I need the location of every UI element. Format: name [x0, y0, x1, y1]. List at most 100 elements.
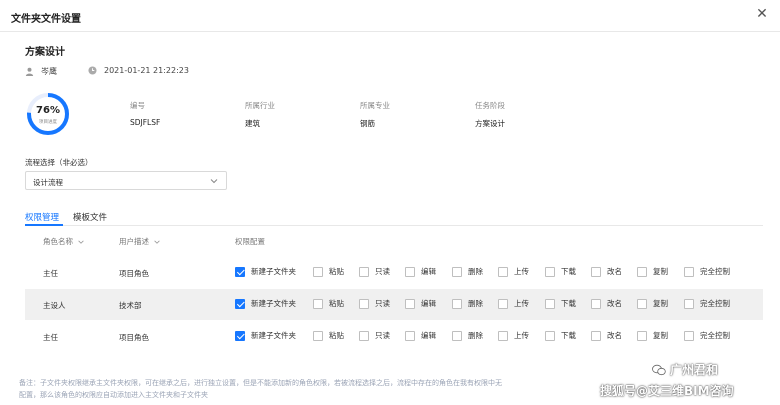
permission-download-checkbox[interactable]: 下载 — [545, 330, 576, 341]
checkbox-unchecked[interactable] — [359, 330, 369, 341]
checkbox-unchecked[interactable] — [359, 266, 369, 277]
checkbox-unchecked[interactable] — [498, 330, 508, 341]
permission-full-control-checkbox[interactable]: 完全控制 — [684, 266, 730, 277]
permission-copy-checkbox[interactable]: 复制 — [637, 298, 668, 309]
permission-label: 复制 — [653, 331, 668, 340]
checkbox-unchecked[interactable] — [452, 330, 462, 341]
permission-rename-checkbox[interactable]: 改名 — [591, 266, 622, 277]
progress-percent: 76% — [36, 105, 60, 116]
project-name: 方案设计 — [25, 47, 65, 58]
checkbox-unchecked[interactable] — [591, 330, 601, 341]
permission-label: 只读 — [375, 331, 390, 340]
permission-readonly-checkbox[interactable]: 只读 — [359, 330, 390, 341]
permission-edit-checkbox[interactable]: 编辑 — [405, 330, 436, 341]
column-header-desc[interactable]: 用户描述 — [119, 236, 161, 247]
field-value: 钢筋 — [360, 119, 375, 128]
checkbox-unchecked[interactable] — [591, 266, 601, 277]
tab-templates[interactable]: 模板文件 — [73, 211, 107, 223]
footnote: 备注：子文件夹权限继承主文件夹权限，可在继承之后，进行独立设置，但是不能添加新的… — [19, 377, 579, 401]
permission-rename-checkbox[interactable]: 改名 — [591, 298, 622, 309]
field-value: SDJFLSF — [130, 118, 161, 127]
permission-delete-checkbox[interactable]: 删除 — [452, 330, 483, 341]
field-number: 编号 SDJFLSF — [130, 100, 160, 127]
process-select-value: 设计流程 — [33, 178, 63, 187]
checkbox-unchecked[interactable] — [684, 298, 694, 309]
checkbox-unchecked[interactable] — [405, 330, 415, 341]
checkbox-unchecked[interactable] — [545, 330, 555, 341]
checkbox-unchecked[interactable] — [545, 298, 555, 309]
permission-readonly-checkbox[interactable]: 只读 — [359, 298, 390, 309]
permission-label: 只读 — [375, 299, 390, 308]
field-label: 所属专业 — [360, 101, 390, 110]
project-datetime-value: 2021-01-21 21:22:23 — [104, 66, 189, 75]
clock-icon — [88, 66, 97, 75]
checkbox-unchecked[interactable] — [452, 266, 462, 277]
permission-upload-checkbox[interactable]: 上传 — [498, 330, 529, 341]
checkbox-unchecked[interactable] — [637, 298, 647, 309]
permission-paste-checkbox[interactable]: 粘贴 — [313, 266, 344, 277]
role-description: 技术部 — [119, 301, 142, 310]
chevron-down-icon — [78, 240, 84, 244]
column-header-role[interactable]: 角色名称 — [43, 236, 85, 247]
checkbox-unchecked[interactable] — [313, 330, 323, 341]
close-icon[interactable]: ✕ — [754, 6, 770, 22]
field-industry: 所属行业 建筑 — [245, 100, 275, 129]
permission-edit-checkbox[interactable]: 编辑 — [405, 266, 436, 277]
permission-rename-checkbox[interactable]: 改名 — [591, 330, 622, 341]
permission-upload-checkbox[interactable]: 上传 — [498, 298, 529, 309]
permission-label: 新建子文件夹 — [251, 331, 296, 340]
permission-full-control-checkbox[interactable]: 完全控制 — [684, 298, 730, 309]
permission-full-control-checkbox[interactable]: 完全控制 — [684, 330, 730, 341]
permission-upload-checkbox[interactable]: 上传 — [498, 266, 529, 277]
permission-new-subfolder-checkbox[interactable]: 新建子文件夹 — [235, 330, 296, 341]
role-name: 主任 — [43, 269, 58, 278]
permission-label: 上传 — [514, 299, 529, 308]
permission-copy-checkbox[interactable]: 复制 — [637, 330, 668, 341]
checkbox-unchecked[interactable] — [637, 330, 647, 341]
permission-label: 删除 — [468, 331, 483, 340]
checkbox-unchecked[interactable] — [313, 298, 323, 309]
field-label: 任务阶段 — [475, 101, 505, 110]
permission-label: 上传 — [514, 267, 529, 276]
checkbox-unchecked[interactable] — [545, 266, 555, 277]
watermark-brand: 广州君和 — [652, 361, 718, 378]
checkbox-unchecked[interactable] — [684, 266, 694, 277]
column-header-label: 权限配置 — [235, 237, 265, 246]
permission-edit-checkbox[interactable]: 编辑 — [405, 298, 436, 309]
permission-download-checkbox[interactable]: 下载 — [545, 298, 576, 309]
checkbox-unchecked[interactable] — [591, 298, 601, 309]
chevron-down-icon — [210, 179, 218, 184]
checkbox-unchecked[interactable] — [498, 298, 508, 309]
checkbox-unchecked[interactable] — [313, 266, 323, 277]
checkbox-unchecked[interactable] — [359, 298, 369, 309]
tab-bar: 权限管理 模板文件 — [25, 208, 763, 226]
permission-label: 复制 — [653, 299, 668, 308]
chevron-down-icon — [154, 240, 160, 244]
permission-new-subfolder-checkbox[interactable]: 新建子文件夹 — [235, 266, 296, 277]
checkbox-checked[interactable] — [235, 266, 245, 277]
checkbox-unchecked[interactable] — [405, 266, 415, 277]
checkbox-checked[interactable] — [235, 330, 245, 341]
permission-new-subfolder-checkbox[interactable]: 新建子文件夹 — [235, 298, 296, 309]
permission-delete-checkbox[interactable]: 删除 — [452, 266, 483, 277]
field-discipline: 所属专业 钢筋 — [360, 100, 390, 129]
permission-label: 改名 — [607, 331, 622, 340]
permission-label: 改名 — [607, 267, 622, 276]
checkbox-unchecked[interactable] — [498, 266, 508, 277]
permission-copy-checkbox[interactable]: 复制 — [637, 266, 668, 277]
process-select[interactable]: 设计流程 — [25, 171, 227, 190]
tab-permissions[interactable]: 权限管理 — [25, 211, 59, 223]
checkbox-checked[interactable] — [235, 298, 245, 309]
permission-download-checkbox[interactable]: 下载 — [545, 266, 576, 277]
permission-paste-checkbox[interactable]: 粘贴 — [313, 298, 344, 309]
permission-delete-checkbox[interactable]: 删除 — [452, 298, 483, 309]
checkbox-unchecked[interactable] — [452, 298, 462, 309]
watermark-source: 搜狐号@艾三维BIM咨询 — [600, 384, 734, 398]
permission-label: 完全控制 — [700, 299, 730, 308]
permission-paste-checkbox[interactable]: 粘贴 — [313, 330, 344, 341]
permission-readonly-checkbox[interactable]: 只读 — [359, 266, 390, 277]
checkbox-unchecked[interactable] — [405, 298, 415, 309]
checkbox-unchecked[interactable] — [684, 330, 694, 341]
checkbox-unchecked[interactable] — [637, 266, 647, 277]
table-row: 主设人 技术部 新建子文件夹 粘贴 只读 编辑 删除 上传 下载 改名 复制 完全控制 — [25, 289, 763, 320]
